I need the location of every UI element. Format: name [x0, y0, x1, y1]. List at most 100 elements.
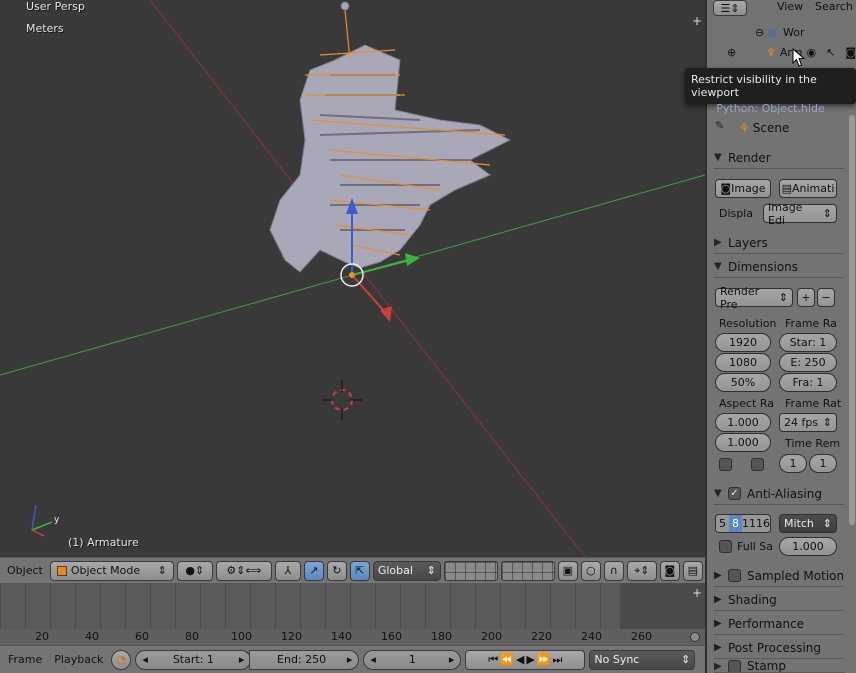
time-old-field[interactable]: 1	[779, 454, 807, 473]
layer-grid-1[interactable]	[443, 560, 498, 581]
playback-menu[interactable]: Playback	[50, 653, 107, 666]
anti-aliasing-panel-header[interactable]: ▼ ✓ Anti-Aliasing	[714, 483, 845, 505]
pin-icon[interactable]: ✎	[715, 119, 724, 132]
world-label[interactable]: Wor	[783, 26, 804, 39]
svg-text:y: y	[54, 515, 60, 525]
stamp-panel-header[interactable]: ▶ Stamp	[714, 660, 845, 673]
scene-canvas[interactable]: y +	[0, 0, 705, 557]
aa-sample-option[interactable]: 11	[742, 515, 756, 532]
outliner-row-world[interactable]: ⊖ ◍ Wor	[707, 22, 856, 42]
aspect-x-field[interactable]: 1.000	[715, 413, 771, 432]
eye-icon[interactable]: ◉	[806, 46, 816, 59]
tick-label: 40	[85, 630, 99, 643]
resolution-x-field[interactable]: 1920	[715, 333, 771, 352]
time-new-field[interactable]: 1	[809, 454, 837, 473]
timeline-tracks[interactable]	[0, 583, 705, 629]
aa-filter-selector[interactable]: Mitch ⇕	[779, 514, 837, 533]
translate-button[interactable]: ↗	[303, 560, 324, 581]
manipulator-toggle[interactable]: ⅄	[274, 560, 301, 581]
start-frame-field[interactable]: ◂ Start: 1 ▸	[135, 649, 252, 670]
anti-aliasing-checkbox[interactable]: ✓	[728, 487, 741, 500]
post-processing-panel-header[interactable]: ▶ Post Processing	[714, 637, 845, 659]
jump-end-icon[interactable]: ⏭	[553, 653, 563, 667]
plus-icon: +	[801, 291, 811, 304]
aa-samples-selector[interactable]: 5 8 11 16	[715, 514, 771, 533]
prev-key-icon[interactable]: ⏪	[500, 653, 514, 666]
svg-text:+: +	[692, 14, 702, 28]
frame-menu[interactable]: Frame	[4, 653, 46, 666]
remove-preset-button[interactable]: −	[817, 288, 835, 307]
add-preset-button[interactable]: +	[797, 288, 815, 307]
border-checkbox[interactable]	[719, 458, 732, 471]
expand-icon[interactable]: ⊕	[727, 46, 736, 59]
mode-selector[interactable]: Object Mode ⇕	[49, 560, 174, 581]
aa-size-field[interactable]: 1.000	[779, 537, 837, 556]
sync-selector[interactable]: No Sync ⇕	[589, 649, 696, 670]
pivot-button[interactable]: ⚙⇕⟺	[215, 560, 272, 581]
scale-button[interactable]: ⇱	[349, 560, 370, 581]
keying-set-button[interactable]: ◔	[111, 649, 132, 670]
render-anim-button[interactable]: ▤	[682, 560, 703, 581]
3d-viewport[interactable]: y + User Persp Meters (1) Armature	[0, 0, 705, 557]
next-key-icon[interactable]: ⏩	[537, 653, 551, 666]
frame-end-field[interactable]: E: 250	[779, 353, 837, 372]
performance-panel-header[interactable]: ▶ Performance	[714, 613, 845, 635]
plus-icon[interactable]: +	[692, 586, 702, 600]
frame-step-field[interactable]: Fra: 1	[779, 373, 837, 392]
snap-element-button[interactable]: ⌖⇕	[626, 560, 657, 581]
search-menu[interactable]: Search	[815, 0, 853, 13]
rotate-button[interactable]: ↻	[326, 560, 347, 581]
aa-sample-option[interactable]: 16	[756, 515, 770, 532]
properties-scrollbar[interactable]	[849, 115, 855, 525]
render-image-button[interactable]: ◙ Image	[715, 179, 771, 198]
play-icon[interactable]: ▶	[526, 653, 534, 666]
resolution-y-field[interactable]: 1080	[715, 353, 771, 372]
snap-toggle[interactable]: ∩	[603, 560, 624, 581]
editor-type-button[interactable]: ☰⇕	[713, 0, 747, 16]
shading-panel-header[interactable]: ▶ Shading	[714, 589, 845, 611]
aspect-y-field[interactable]: 1.000	[715, 433, 771, 452]
current-frame-field[interactable]: ◂ 1 ▸	[363, 649, 462, 670]
timeline-scroll-handle[interactable]	[690, 632, 700, 642]
render-animation-button[interactable]: ▤ Animati	[779, 179, 837, 198]
tick-label: 80	[185, 630, 199, 643]
cursor-select-icon[interactable]: ↖	[826, 46, 835, 59]
aspect-ratio-label: Aspect Ra	[719, 397, 775, 410]
sampled-motion-checkbox[interactable]	[728, 569, 741, 582]
tick-label: 120	[281, 630, 302, 643]
collapse-icon[interactable]: ⊖	[755, 26, 765, 39]
clapper-icon: ▤	[781, 182, 792, 195]
full-sample-checkbox[interactable]	[719, 540, 732, 553]
camera-icon[interactable]: ◙	[845, 46, 856, 59]
aa-sample-option[interactable]: 5	[716, 515, 729, 532]
frame-start-field[interactable]: Star: 1	[779, 333, 837, 352]
render-panel-header[interactable]: ▼ Render	[714, 147, 845, 169]
outliner-row-armature[interactable]: ⊕ ♆ Arm ◉ ↖ ◙	[707, 42, 856, 62]
playback-controls[interactable]: ⏮ ⏪ ◀ ▶ ⏩ ⏭	[465, 649, 586, 670]
resolution-percent-field[interactable]: 50%	[715, 373, 771, 392]
viewport-shading-button[interactable]: ●⇕	[176, 560, 213, 581]
stamp-checkbox[interactable]	[728, 660, 741, 672]
sampled-motion-panel-header[interactable]: ▶ Sampled Motion	[714, 565, 845, 587]
pivot-icon: ⚙⇕⟺	[226, 564, 262, 577]
crop-checkbox[interactable]	[751, 458, 764, 471]
jump-start-icon[interactable]: ⏮	[488, 653, 498, 667]
aa-sample-option-selected[interactable]: 8	[729, 515, 742, 532]
dimensions-panel-header[interactable]: ▼ Dimensions	[714, 256, 845, 278]
proportional-edit-button[interactable]: ○	[580, 560, 601, 581]
dropdown-arrow-icon: ⇕	[681, 653, 691, 666]
layers-panel-header[interactable]: ▶ Layers	[714, 232, 845, 254]
object-menu[interactable]: Object	[3, 564, 47, 577]
lock-layer-button[interactable]: ▣	[557, 560, 578, 581]
timeline-area[interactable]: 20 40 60 80 100 120 140 160 180 200 220 …	[0, 583, 705, 645]
end-frame-field[interactable]: End: 250 ▸	[249, 649, 360, 670]
display-selector[interactable]: Image Edi ⇕	[763, 201, 837, 227]
render-presets-selector[interactable]: Render Pre ⇕	[715, 285, 793, 311]
timeline-ruler[interactable]: 20 40 60 80 100 120 140 160 180 200 220 …	[0, 629, 705, 645]
render-still-button[interactable]: ◙	[659, 560, 680, 581]
view-menu[interactable]: View	[777, 0, 803, 13]
play-reverse-icon[interactable]: ◀	[516, 653, 524, 666]
orientation-selector[interactable]: Global ⇕	[372, 560, 441, 581]
frame-rate-selector[interactable]: 24 fps ⇕	[779, 413, 837, 432]
layer-grid-2[interactable]	[500, 560, 555, 581]
